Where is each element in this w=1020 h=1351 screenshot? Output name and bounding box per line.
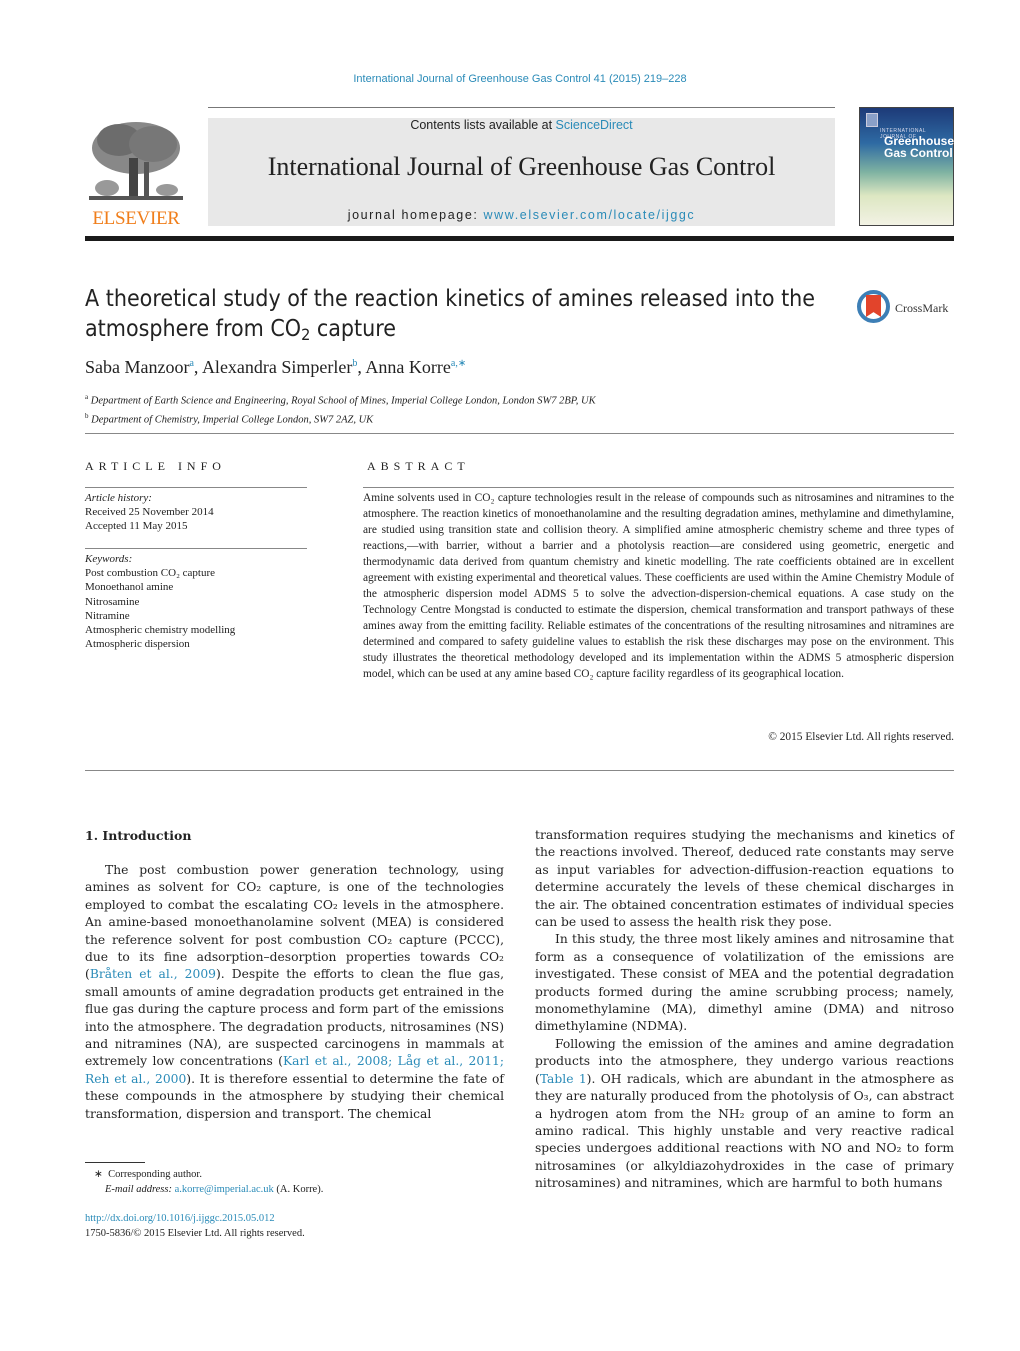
sciencedirect-link[interactable]: ScienceDirect [556, 118, 633, 132]
journal-masthead: Contents lists available at ScienceDirec… [208, 118, 835, 226]
email-label: E-mail address: [105, 1184, 172, 1195]
received-date: Received 25 November 2014 [85, 506, 214, 519]
contents-prefix: Contents lists available at [410, 118, 556, 132]
keyword: Atmospheric dispersion [85, 638, 190, 651]
crossmark-button[interactable]: CrossMark [857, 290, 957, 330]
author-name[interactable]: Alexandra Simperler [202, 357, 352, 377]
email-note: E-mail address: a.korre@imperial.ac.uk (… [85, 1182, 323, 1197]
accepted-date: Accepted 11 May 2015 [85, 520, 188, 533]
title-subscript: 2 [301, 325, 311, 345]
email-link[interactable]: a.korre@imperial.ac.uk [175, 1184, 274, 1195]
doi-block: http://dx.doi.org/10.1016/j.ijggc.2015.0… [85, 1211, 305, 1241]
abstract-heading: ABSTRACT [367, 459, 470, 473]
keyword: Post combustion CO₂ capture [85, 567, 216, 580]
affiliation-text: Department of Earth Science and Engineer… [90, 395, 596, 407]
issn-copyright: 1750-5836/© 2015 Elsevier Ltd. All right… [85, 1228, 305, 1239]
divider [208, 107, 835, 108]
body-column-left: The post combustion power generation tec… [85, 862, 504, 1123]
contents-line: Contents lists available at ScienceDirec… [208, 118, 835, 132]
crossmark-label: CrossMark [895, 301, 949, 315]
title-text: A theoretical study of the reaction kine… [85, 286, 816, 342]
abstract-copyright: © 2015 Elsevier Ltd. All rights reserved… [768, 731, 954, 743]
affiliation: b Department of Chemistry, Imperial Coll… [85, 409, 596, 428]
divider [85, 487, 307, 488]
divider [85, 433, 954, 434]
author-affiliation-marker[interactable]: a,∗ [451, 358, 466, 369]
author-affiliation-marker[interactable]: b [352, 358, 357, 369]
header-divider [85, 236, 954, 241]
body-column-right: transformation requires studying the mec… [535, 827, 954, 1193]
author-name[interactable]: Saba Manzoor [85, 357, 189, 377]
cover-title-line2: Gas Control [884, 146, 953, 160]
divider [363, 487, 954, 488]
paragraph: transformation requires studying the mec… [535, 828, 954, 930]
footnote-marker: ∗ [94, 1169, 103, 1180]
keywords: Keywords: Post combustion CO₂ capture Mo… [85, 552, 307, 651]
footnote-corresponding: ∗ Corresponding author. E-mail address: … [85, 1167, 323, 1197]
section-heading-introduction: 1. Introduction [85, 828, 192, 843]
article-title: A theoretical study of the reaction kine… [85, 284, 845, 344]
journal-homepage-line: journal homepage: www.elsevier.com/locat… [208, 208, 835, 222]
tree-icon [89, 122, 183, 200]
cover-badge-icon [866, 113, 878, 127]
doi-link[interactable]: http://dx.doi.org/10.1016/j.ijggc.2015.0… [85, 1211, 305, 1226]
affiliation-marker: a [85, 393, 89, 401]
paragraph: In this study, the three most likely ami… [535, 932, 954, 1034]
paragraph: Following the emission of the amines and… [535, 1036, 954, 1193]
table-reference-link[interactable]: Table 1 [540, 1072, 587, 1086]
email-suffix: (A. Korre). [276, 1184, 324, 1195]
article-info-heading: ARTICLE INFO [85, 459, 226, 473]
history-label: Article history: [85, 492, 152, 504]
abstract-text: Amine solvents used in CO₂ capture techn… [363, 492, 954, 680]
title-text-end: capture [310, 316, 397, 342]
homepage-prefix: journal homepage: [347, 208, 484, 222]
cover-title: Greenhouse Gas Control [884, 135, 954, 159]
publisher-wordmark: ELSEVIER [92, 208, 180, 229]
citation-link[interactable]: Bråten et al., 2009 [90, 967, 216, 981]
keyword: Monoethanol amine [85, 581, 174, 594]
paragraph-text: The post combustion power generation tec… [85, 863, 504, 982]
author-name[interactable]: Anna Korre [365, 357, 450, 377]
homepage-link[interactable]: www.elsevier.com/locate/ijggc [484, 208, 696, 222]
elsevier-logo[interactable]: ELSEVIER [85, 118, 187, 230]
author-list: Saba Manzoora, Alexandra Simperlerb, Ann… [85, 357, 467, 377]
affiliation-text: Department of Chemistry, Imperial Colleg… [91, 414, 374, 425]
paragraph-text: ). OH radicals, which are abundant in th… [535, 1071, 954, 1191]
affiliations: a Department of Earth Science and Engine… [85, 390, 596, 427]
divider [85, 548, 307, 549]
footnote-divider [85, 1162, 145, 1163]
journal-title: International Journal of Greenhouse Gas … [267, 152, 776, 181]
keywords-label: Keywords: [85, 553, 133, 565]
divider [85, 770, 954, 771]
author-affiliation-marker[interactable]: a [189, 358, 193, 369]
keyword: Nitramine [85, 609, 130, 622]
affiliation-marker: b [85, 411, 89, 420]
corresponding-note: ∗ Corresponding author. [85, 1167, 323, 1182]
footnote-text: Corresponding author. [108, 1169, 202, 1180]
paragraph: The post combustion power generation tec… [85, 862, 504, 1123]
affiliation: a Department of Earth Science and Engine… [85, 390, 596, 409]
journal-citation[interactable]: International Journal of Greenhouse Gas … [0, 73, 1020, 85]
keyword: Nitrosamine [85, 595, 140, 608]
keyword: Atmospheric chemistry modelling [85, 624, 236, 637]
article-history: Article history: Received 25 November 20… [85, 491, 307, 534]
journal-cover-thumbnail[interactable]: INTERNATIONAL JOURNAL OF Greenhouse Gas … [859, 107, 954, 226]
